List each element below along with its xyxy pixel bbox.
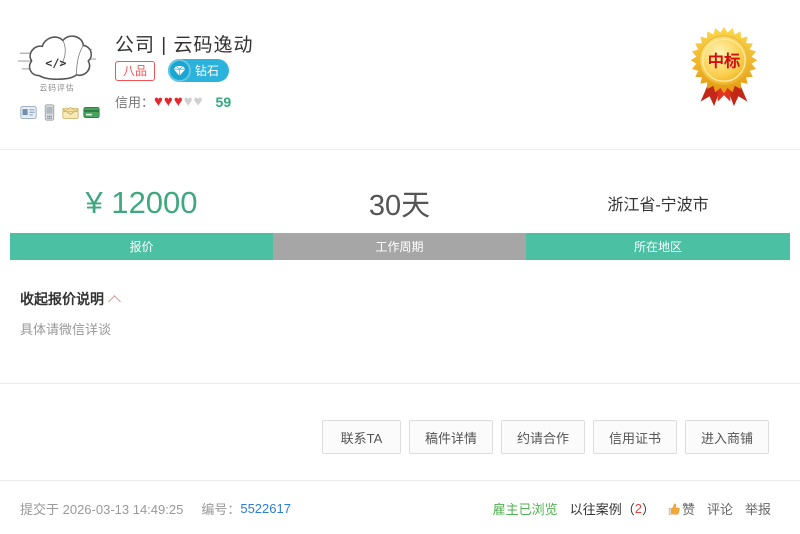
quote-collapse-toggle[interactable]: 收起报价说明	[20, 289, 121, 309]
employer-viewed-status: 雇主已浏览	[492, 502, 558, 517]
comment-link[interactable]: 评论	[707, 499, 733, 518]
action-button-2[interactable]: 稿件详情	[408, 420, 493, 454]
rank-badge: 八品	[115, 60, 156, 81]
like-link[interactable]: 赞	[667, 499, 695, 518]
submitted-timestamp: 提交于 2026-03-13 14:49:25	[20, 502, 184, 517]
stats-bar: 报价 工作周期 所在地区	[10, 233, 790, 260]
region-value: 浙江省-宁波市	[607, 197, 709, 214]
quote-description: 具体请微信详谈	[20, 322, 112, 337]
action-button-5[interactable]: 进入商铺	[684, 420, 769, 454]
thumb-up-icon	[668, 502, 680, 515]
action-button-1[interactable]: 联系TA	[321, 420, 401, 454]
action-button-3[interactable]: 约请合作	[500, 420, 585, 454]
phone-icon	[44, 104, 55, 121]
badge-row: 八品 钻石	[115, 59, 230, 82]
heart-empty-icon: ♥	[193, 93, 203, 110]
award-badge-label: 中标	[708, 51, 740, 70]
duration-label: 工作周期	[273, 233, 526, 260]
diamond-badge-label: 钻石	[195, 64, 220, 78]
bid-number-link[interactable]: 5522617	[240, 501, 291, 516]
past-cases-prefix: 以往案例（	[569, 502, 635, 517]
footer-links: 雇主已浏览 以往案例（ 2 ） 赞 评论 举报	[481, 499, 771, 518]
heart-filled-icon: ♥	[173, 93, 183, 110]
heart-empty-icon: ♥	[183, 93, 193, 110]
email-icon	[62, 106, 79, 119]
credit-label: 信用：	[115, 95, 155, 110]
credit-score: 59	[215, 93, 232, 110]
diamond-icon	[168, 59, 192, 82]
avatar-caption: 云码评估	[39, 82, 74, 92]
report-link[interactable]: 举报	[745, 499, 771, 518]
heart-filled-icon: ♥	[163, 93, 173, 110]
chevron-up-icon	[108, 294, 121, 308]
divider	[0, 480, 800, 481]
bid-card: </> 云码评估 公司 | 云码逸动 八品 钻石 信用： ♥ ♥ ♥ ♥ ♥ 5…	[0, 0, 800, 534]
stats-values: ¥ 12000 30天 浙江省-宁波市	[10, 180, 790, 226]
avatar-code-glyph: </>	[45, 56, 66, 70]
quote-toggle-label: 收起报价说明	[20, 291, 104, 307]
diamond-badge: 钻石	[168, 59, 230, 82]
past-cases-link[interactable]: 以往案例（ 2 ）	[570, 499, 655, 518]
number-label: 编号：	[201, 502, 241, 517]
action-buttons: 联系TA 稿件详情 约请合作 信用证书 进入商铺	[321, 420, 769, 454]
company-title: 公司 | 云码逸动	[115, 35, 254, 56]
footer-meta: 提交于 2026-03-13 14:49:25 编号： 5522617	[20, 499, 291, 518]
divider	[0, 149, 800, 150]
duration-value: 30天	[368, 190, 431, 222]
cloud-sketch-icon: </> 云码评估	[18, 35, 96, 92]
bankcard-icon	[83, 106, 100, 119]
credit-row: 信用： ♥ ♥ ♥ ♥ ♥ 59	[115, 92, 231, 111]
award-medal: 中标	[688, 26, 760, 112]
past-cases-suffix: ）	[641, 502, 655, 517]
verification-icons	[20, 104, 100, 121]
gold-medal-icon: 中标	[690, 26, 758, 107]
price-value: ¥ 12000	[85, 185, 198, 220]
idcard-icon	[20, 106, 37, 119]
price-label: 报价	[10, 233, 273, 260]
past-cases-count: 2	[634, 501, 642, 516]
heart-filled-icon: ♥	[154, 93, 163, 110]
region-label: 所在地区	[526, 233, 790, 260]
credit-hearts: ♥ ♥ ♥ ♥ ♥	[154, 94, 204, 109]
divider	[0, 383, 800, 384]
action-button-4[interactable]: 信用证书	[592, 420, 677, 454]
like-label: 赞	[681, 502, 695, 517]
company-avatar[interactable]: </> 云码评估	[18, 24, 96, 102]
